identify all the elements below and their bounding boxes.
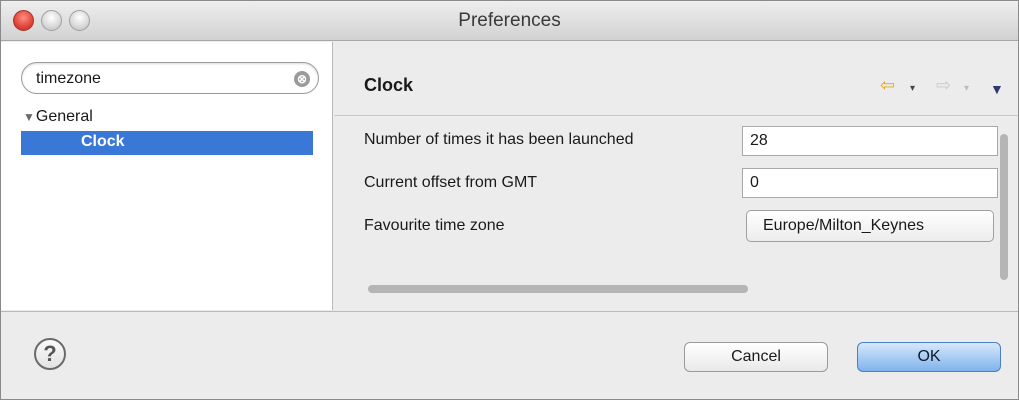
horizontal-scroll-thumb[interactable]: [368, 285, 748, 293]
tree-item-general[interactable]: ▼General: [23, 108, 93, 126]
forward-arrow-icon: ⇨: [936, 75, 952, 95]
back-arrow-icon[interactable]: ⇦: [880, 76, 895, 94]
gmt-offset-label: Current offset from GMT: [364, 174, 538, 191]
tree-item-clock-label: Clock: [81, 133, 125, 150]
page-title: Clock: [364, 75, 414, 95]
back-history-dropdown-icon[interactable]: ▾: [910, 80, 915, 98]
horizontal-scrollbar[interactable]: [364, 280, 994, 296]
preference-page-pane: Clock ⇦ ▾ ⇨ ▾ ▼ Number of times it has b…: [334, 42, 1018, 310]
help-icon[interactable]: ?: [34, 338, 66, 370]
timezone-label: Favourite time zone: [364, 217, 505, 234]
view-menu-icon[interactable]: ▼: [990, 80, 1004, 98]
vertical-scroll-thumb[interactable]: [1000, 134, 1008, 280]
tree-item-general-label: General: [35, 108, 93, 125]
title-bar: Preferences: [1, 1, 1018, 41]
filter-search-input[interactable]: [36, 68, 276, 90]
forward-history-dropdown-icon: ▾: [964, 83, 970, 94]
ok-button[interactable]: OK: [857, 342, 1001, 372]
clock-settings-form: Number of times it has been launched Cur…: [364, 117, 998, 297]
launch-count-label: Number of times it has been launched: [364, 131, 634, 148]
expand-triangle-icon[interactable]: ▼: [23, 110, 35, 124]
preferences-window: Preferences ⊗ ▼General Clock Clock ⇦ ▾ ⇨…: [0, 0, 1019, 400]
vertical-scrollbar[interactable]: [996, 122, 1012, 282]
gmt-offset-field[interactable]: [742, 168, 998, 198]
tree-item-clock[interactable]: Clock: [21, 131, 313, 155]
button-bar: ? Cancel OK: [1, 311, 1018, 399]
page-header: Clock ⇦ ▾ ⇨ ▾ ▼: [334, 42, 1018, 116]
preferences-tree-pane: ⊗ ▼General Clock: [1, 42, 333, 310]
launch-count-field[interactable]: [742, 126, 998, 156]
cancel-button[interactable]: Cancel: [684, 342, 828, 372]
filter-search-box: ⊗: [21, 62, 319, 94]
window-title: Preferences: [458, 10, 561, 31]
timezone-select[interactable]: Europe/Milton_Keynes: [746, 210, 994, 242]
clear-search-icon[interactable]: ⊗: [294, 71, 310, 87]
